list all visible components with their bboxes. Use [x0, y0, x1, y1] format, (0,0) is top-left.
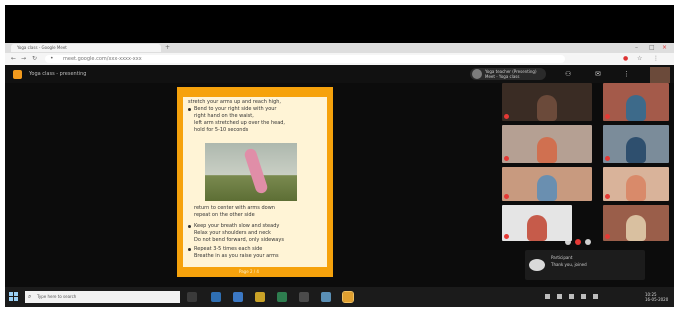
people-icon[interactable]: ⚇ [565, 70, 571, 78]
exercise-photo [205, 143, 297, 201]
doc-line: stretch your arms up and reach high, [188, 99, 281, 105]
photo-caption: repeat on the other side [194, 212, 255, 218]
url-input[interactable]: • meet.google.com/xxx-xxxx-xxx [45, 55, 565, 63]
end-call-icon[interactable] [575, 239, 581, 245]
url-text: meet.google.com/xxx-xxxx-xxx [63, 56, 142, 62]
presenter-badge[interactable]: Yoga teacher (Presenting) Meet - Yoga cl… [470, 68, 546, 80]
lock-icon: • [50, 55, 54, 62]
chat-notification[interactable]: Participant Thank you, joined [525, 250, 645, 280]
participant-video [537, 137, 557, 163]
doc-line: Do not bend forward, only sideways [194, 237, 284, 243]
bullet-icon [188, 108, 191, 111]
chrome-icon[interactable] [342, 291, 354, 303]
mic-muted-icon [605, 194, 610, 199]
search-placeholder: Type here to search [37, 294, 77, 299]
doc-line: Bend to your right side with your [194, 106, 277, 112]
shared-document: stretch your arms up and reach high, Ben… [177, 87, 333, 277]
mic-muted-icon [504, 234, 509, 239]
clock-date[interactable]: 16-05-2020 [645, 297, 668, 302]
windows-start-icon[interactable] [9, 292, 19, 302]
doc-line: Keep your breath slow and steady [194, 223, 280, 229]
screen: Yoga class - Google Meet + – □ × ← → ↻ •… [5, 5, 674, 307]
self-view-tile[interactable] [650, 67, 670, 83]
recording-icon: ● [623, 55, 629, 62]
participant-tile[interactable] [502, 167, 592, 201]
app-icon[interactable] [299, 292, 309, 302]
volume-icon[interactable] [569, 294, 574, 299]
photo-caption: return to center with arms down [194, 205, 275, 211]
search-icon: ⌕ [28, 293, 32, 300]
meeting-title: Yoga class - presenting [29, 71, 87, 77]
edge-icon[interactable] [211, 292, 221, 302]
more-options-icon[interactable]: ⋮ [623, 70, 630, 78]
minimize-icon[interactable]: – [635, 44, 638, 51]
avatar [529, 259, 545, 271]
participant-video [626, 95, 646, 121]
bullet-icon [188, 225, 191, 228]
participant-tile[interactable] [603, 167, 669, 201]
participant-tile[interactable] [603, 205, 669, 241]
document-page: stretch your arms up and reach high, Ben… [183, 97, 327, 267]
forward-icon[interactable]: → [21, 55, 26, 63]
meet-header: Yoga class - presenting Yoga teacher (Pr… [5, 65, 674, 83]
participant-tile[interactable] [603, 83, 669, 121]
app-icon[interactable] [321, 292, 331, 302]
participant-video [537, 95, 557, 121]
taskbar-search-input[interactable]: ⌕ Type here to search [25, 291, 180, 303]
back-icon[interactable]: ← [11, 55, 16, 63]
participant-video [537, 175, 557, 201]
person-figure [243, 147, 269, 195]
system-tray: 10:25 16-05-2020 [545, 292, 670, 302]
battery-icon[interactable] [581, 294, 586, 299]
new-tab-icon[interactable]: + [165, 44, 170, 51]
tab-title: Yoga class - Google Meet [17, 45, 67, 50]
doc-line: Breathe in as you raise your arms [194, 253, 279, 259]
doc-line: Relax your shoulders and neck [194, 230, 271, 236]
star-icon[interactable]: ☆ [637, 55, 642, 63]
file-explorer-icon[interactable] [255, 292, 265, 302]
bullet-icon [188, 248, 191, 251]
mic-muted-icon [504, 156, 509, 161]
reload-icon[interactable]: ↻ [32, 55, 37, 63]
mic-muted-icon [605, 114, 610, 119]
mic-muted-icon [605, 156, 610, 161]
doc-line: right hand on the waist, [194, 113, 254, 119]
top-black-band [5, 5, 674, 43]
browser-tab[interactable]: Yoga class - Google Meet [11, 44, 161, 52]
menu-icon[interactable]: ⋮ [653, 55, 659, 63]
browser-tab-bar: Yoga class - Google Meet + – □ × [5, 43, 674, 53]
participant-tile[interactable] [502, 125, 592, 163]
doc-line: Repeat 3-5 times each side [194, 246, 263, 252]
close-icon[interactable]: × [662, 44, 667, 51]
participant-video [626, 175, 646, 201]
mic-muted-icon [504, 194, 509, 199]
mic-muted-icon [504, 114, 509, 119]
participant-video [626, 215, 646, 241]
language-icon[interactable] [593, 294, 598, 299]
chevron-up-icon[interactable] [545, 294, 550, 299]
mic-muted-icon [605, 234, 610, 239]
network-icon[interactable] [557, 294, 562, 299]
maximize-icon[interactable]: □ [649, 44, 655, 51]
participant-video [527, 215, 547, 241]
task-view-icon[interactable] [187, 292, 197, 302]
windows-taskbar: ⌕ Type here to search 10:25 16-05-2020 [5, 287, 674, 307]
doc-line: left arm stretched up over the head, [194, 120, 286, 126]
participant-tile[interactable] [502, 83, 592, 121]
presenter-sub: Meet - Yoga class [485, 74, 520, 79]
meet-logo-icon [13, 70, 22, 79]
doc-line: hold for 5-10 seconds [194, 127, 249, 133]
page-indicator: Page 2 / 4 [239, 269, 259, 274]
app-icon[interactable] [277, 292, 287, 302]
camera-icon[interactable] [585, 239, 591, 245]
document-footer: Page 2 / 4 [177, 267, 333, 277]
chat-message: Thank you, joined [551, 262, 587, 267]
avatar [472, 69, 482, 79]
chat-icon[interactable]: ✉ [595, 70, 601, 78]
participant-tile[interactable] [603, 125, 669, 163]
store-icon[interactable] [233, 292, 243, 302]
participant-tile[interactable] [502, 205, 572, 241]
participant-video [626, 137, 646, 163]
chat-sender: Participant [551, 255, 573, 260]
